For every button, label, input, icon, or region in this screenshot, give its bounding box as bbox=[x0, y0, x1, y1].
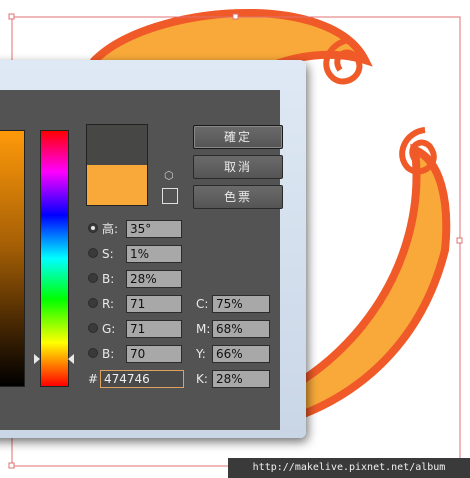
green-row: G: 71 bbox=[88, 320, 188, 338]
cyan-row: C: 75% bbox=[196, 295, 276, 313]
selection-handle bbox=[232, 13, 239, 20]
original-color-swatch[interactable] bbox=[86, 165, 148, 206]
web-safe-color-swatch[interactable] bbox=[162, 188, 178, 204]
cyan-label: C: bbox=[196, 297, 209, 311]
saturation-row: S: 1% bbox=[88, 245, 188, 263]
hue-label: 高: bbox=[102, 222, 119, 236]
hex-input[interactable]: 474746 bbox=[100, 370, 184, 388]
red-row: R: 71 bbox=[88, 295, 188, 313]
blue-row: B: 70 bbox=[88, 345, 188, 363]
color-swatches-button[interactable]: 色票 bbox=[193, 185, 283, 209]
green-radio[interactable] bbox=[88, 323, 98, 333]
selection-handle bbox=[8, 462, 15, 469]
blue-input[interactable]: 70 bbox=[126, 345, 182, 363]
ok-button[interactable]: 確定 bbox=[193, 125, 283, 149]
cancel-button[interactable]: 取消 bbox=[193, 155, 283, 179]
blue-radio[interactable] bbox=[88, 348, 98, 358]
magenta-row: M: 68% bbox=[196, 320, 276, 338]
out-of-web-gamut-cube-icon[interactable]: ⬡ bbox=[164, 170, 174, 181]
black-input[interactable]: 28% bbox=[212, 370, 270, 388]
brightness-input[interactable]: 28% bbox=[126, 270, 182, 288]
magenta-label: M: bbox=[196, 322, 211, 336]
hue-row: 高: 35° bbox=[88, 220, 188, 238]
green-label: G: bbox=[102, 322, 116, 336]
color-picker-panel: ⬡ 確定 取消 色票 高: 35° S: 1% B: 28% R: 71 G: … bbox=[0, 90, 283, 430]
brightness-row: B: 28% bbox=[88, 270, 188, 288]
hue-slider[interactable] bbox=[40, 130, 69, 387]
red-input[interactable]: 71 bbox=[126, 295, 182, 313]
saturation-input[interactable]: 1% bbox=[126, 245, 182, 263]
hue-input[interactable]: 35° bbox=[126, 220, 182, 238]
color-field[interactable] bbox=[0, 130, 25, 387]
cyan-input[interactable]: 75% bbox=[212, 295, 270, 313]
yellow-row: Y: 66% bbox=[196, 345, 276, 363]
black-row: K: 28% bbox=[196, 370, 276, 388]
brightness-radio[interactable] bbox=[88, 273, 98, 283]
color-picker-dialog: ⬡ 確定 取消 色票 高: 35° S: 1% B: 28% R: 71 G: … bbox=[0, 60, 306, 438]
yellow-label: Y: bbox=[196, 347, 206, 361]
hex-row: # 474746 bbox=[88, 370, 188, 388]
hue-slider-right-arrow[interactable] bbox=[68, 354, 74, 364]
saturation-radio[interactable] bbox=[88, 248, 98, 258]
magenta-input[interactable]: 68% bbox=[212, 320, 270, 338]
hue-radio[interactable] bbox=[88, 223, 98, 233]
green-input[interactable]: 71 bbox=[126, 320, 182, 338]
selection-handle bbox=[8, 13, 15, 20]
hue-slider-left-arrow[interactable] bbox=[34, 354, 40, 364]
red-radio[interactable] bbox=[88, 298, 98, 308]
black-label: K: bbox=[196, 372, 208, 386]
yellow-input[interactable]: 66% bbox=[212, 345, 270, 363]
blue-label: B: bbox=[102, 347, 115, 361]
red-label: R: bbox=[102, 297, 115, 311]
watermark-url: http://makelive.pixnet.net/album bbox=[228, 458, 470, 478]
saturation-label: S: bbox=[102, 247, 114, 261]
selection-handle bbox=[456, 237, 463, 244]
new-color-swatch bbox=[86, 124, 148, 165]
hex-label: # bbox=[88, 372, 99, 386]
brightness-label: B: bbox=[102, 272, 115, 286]
